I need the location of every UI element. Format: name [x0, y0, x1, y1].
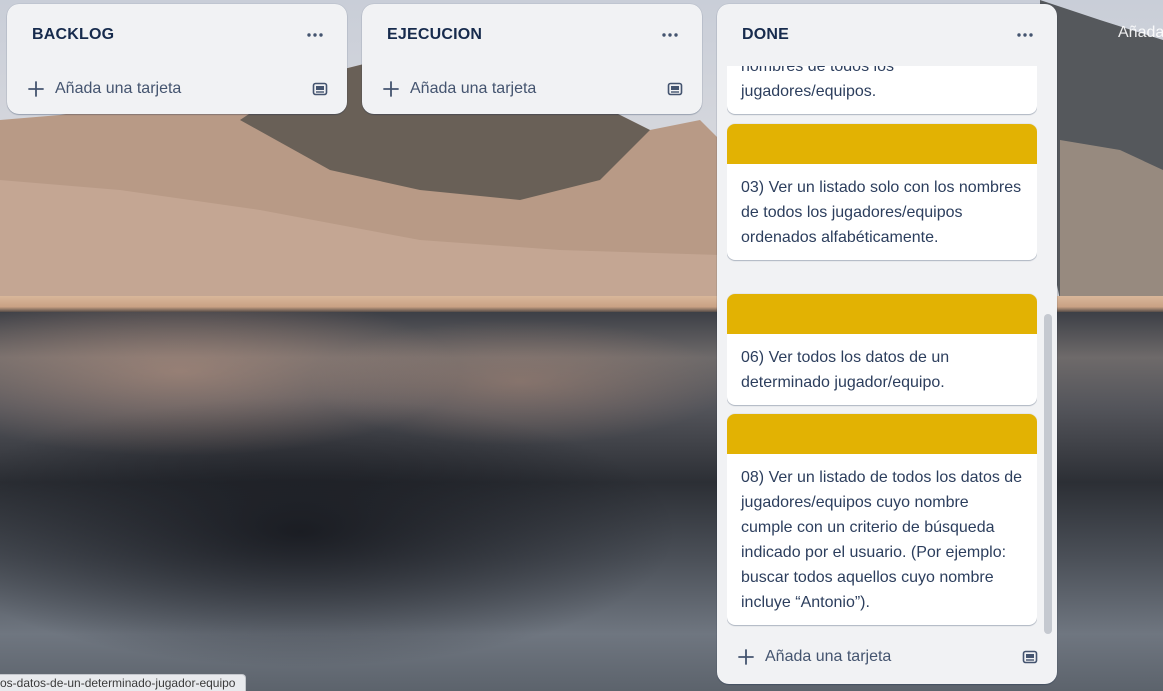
status-bar-url: os-datos-de-un-determinado-jugador-equip… — [0, 674, 247, 691]
list-menu-button[interactable] — [299, 19, 331, 51]
card-cover — [727, 414, 1037, 454]
add-another-list-button[interactable]: Añada — [1118, 24, 1163, 42]
list-menu-button[interactable] — [1009, 19, 1041, 51]
card-template-icon[interactable] — [666, 80, 684, 98]
card[interactable]: 03) Ver un listado solo con los nombres … — [727, 124, 1037, 260]
add-card-row: Añada una tarjeta — [717, 634, 1057, 680]
list-scrollbar[interactable] — [1044, 66, 1052, 634]
scrollbar-thumb[interactable] — [1044, 314, 1052, 634]
list-title[interactable]: EJECUCION — [387, 26, 482, 44]
list-menu-button[interactable] — [654, 19, 686, 51]
add-card-row: Añada una tarjeta — [362, 66, 702, 112]
add-card-label: Añada una tarjeta — [410, 80, 537, 97]
card[interactable]: nombres de todos los jugadores/equipos. — [727, 66, 1037, 114]
card-title: 06) Ver todos los datos de un determinad… — [741, 349, 950, 391]
add-card-button[interactable]: Añada una tarjeta — [27, 80, 181, 98]
plus-icon — [738, 649, 754, 665]
list-title[interactable]: BACKLOG — [32, 26, 114, 44]
add-card-button[interactable]: Añada una tarjeta — [737, 648, 891, 666]
list-backlog: BACKLOG Añada una tarjeta — [7, 4, 347, 114]
card-template-icon[interactable] — [1021, 648, 1039, 666]
card-cover — [727, 294, 1037, 334]
cards-container: nombres de todos los jugadores/equipos. … — [727, 66, 1037, 628]
list-header: DONE — [717, 4, 1057, 66]
add-card-label: Añada una tarjeta — [55, 80, 182, 97]
card[interactable]: 08) Ver un listado de todos los datos de… — [727, 414, 1037, 625]
add-card-label: Añada una tarjeta — [765, 648, 892, 665]
card-title: 08) Ver un listado de todos los datos de… — [741, 469, 1023, 611]
list-title[interactable]: DONE — [742, 26, 789, 44]
plus-icon — [383, 81, 399, 97]
card-cover — [727, 124, 1037, 164]
menu-dots-icon — [307, 33, 323, 37]
list-done: DONE nombres de todos los jugadores/equi… — [717, 4, 1057, 684]
plus-icon — [28, 81, 44, 97]
card[interactable]: 06) Ver todos los datos de un determinad… — [727, 294, 1037, 405]
list-header: EJECUCION — [362, 4, 702, 66]
card-title: 03) Ver un listado solo con los nombres … — [741, 179, 1022, 246]
add-card-button[interactable]: Añada una tarjeta — [382, 80, 536, 98]
add-card-row: Añada una tarjeta — [7, 66, 347, 112]
list-ejecucion: EJECUCION Añada una tarjeta — [362, 4, 702, 114]
list-header: BACKLOG — [7, 4, 347, 66]
menu-dots-icon — [662, 33, 678, 37]
card-title: nombres de todos los jugadores/equipos. — [741, 66, 894, 100]
card-template-icon[interactable] — [311, 80, 329, 98]
menu-dots-icon — [1017, 33, 1033, 37]
